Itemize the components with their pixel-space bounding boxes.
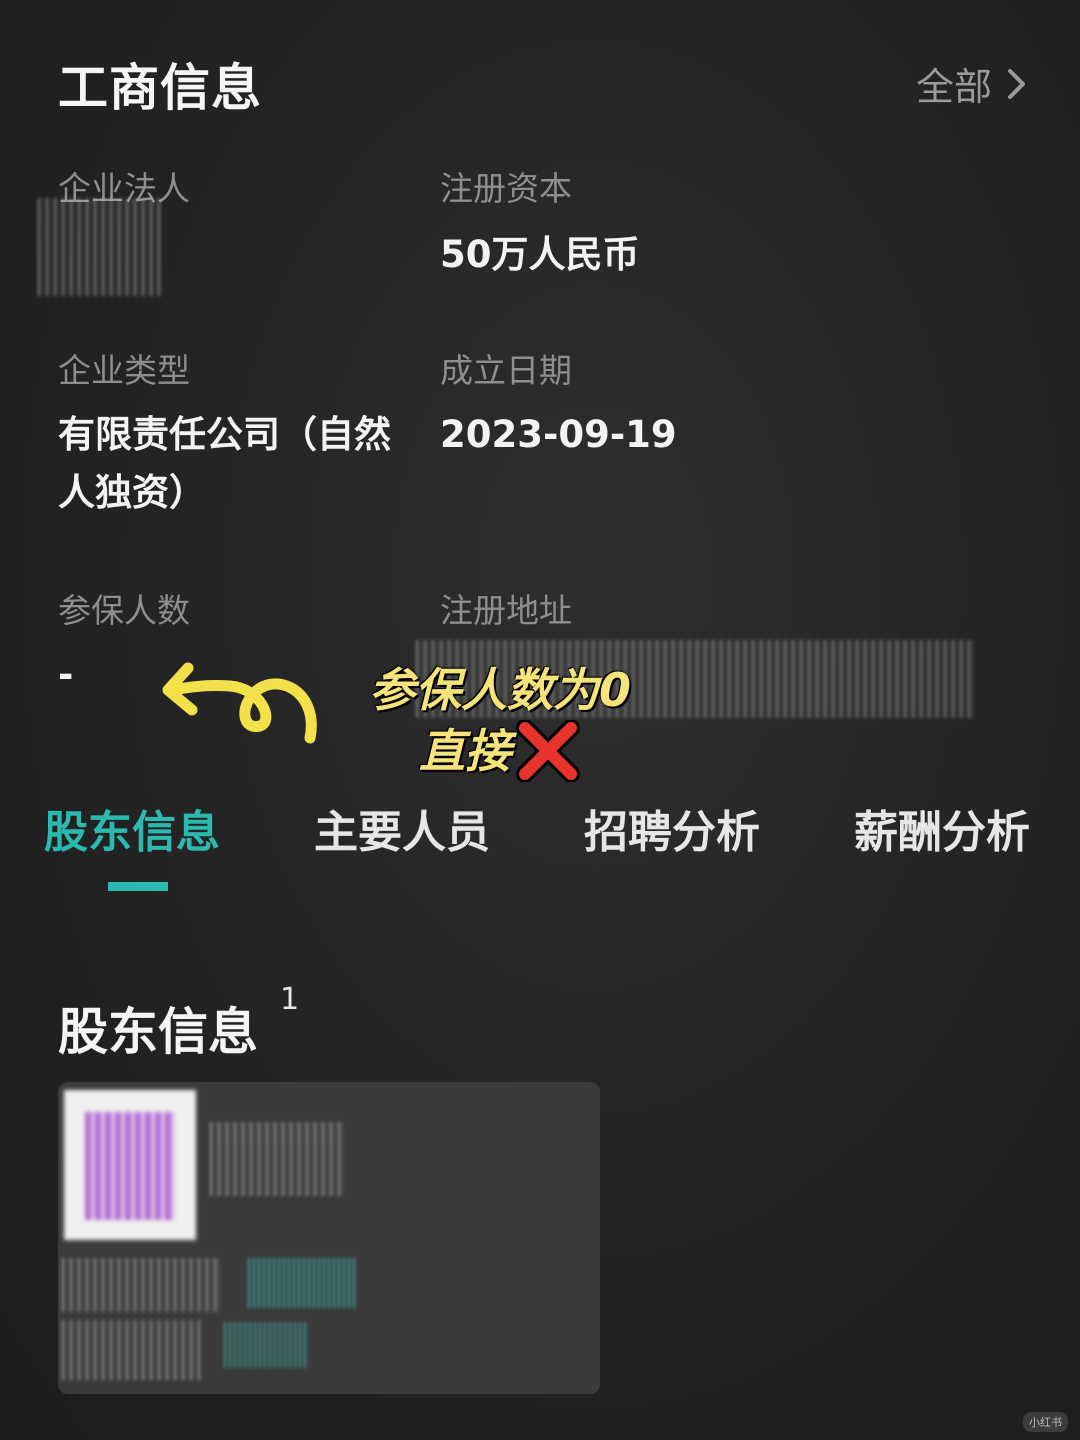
- shareholder-name-redacted: [210, 1122, 344, 1196]
- tab-key-personnel[interactable]: 主要人员: [314, 796, 490, 860]
- shareholder-extra-redacted: [62, 1320, 202, 1380]
- founding-date-label: 成立日期: [440, 351, 572, 390]
- legal-person-redacted: [38, 198, 160, 296]
- tab-recruitment-analysis[interactable]: 招聘分析: [584, 796, 760, 860]
- tab-salary-analysis[interactable]: 薪酬分析: [854, 796, 1030, 860]
- capital-value: 50万人民币: [440, 233, 640, 276]
- tab-shareholders[interactable]: 股东信息: [44, 796, 220, 860]
- avatar: [64, 1090, 196, 1240]
- annotation-line-2: 直接: [419, 724, 511, 778]
- insured-count-value: -: [58, 653, 74, 696]
- view-all-link[interactable]: 全部: [916, 56, 1028, 111]
- shareholder-amount-redacted: [224, 1322, 308, 1368]
- curly-arrow-icon: [162, 662, 317, 744]
- shareholders-title: 股东信息: [58, 1003, 258, 1061]
- address-label: 注册地址: [440, 591, 572, 630]
- company-type-label: 企业类型: [58, 351, 190, 390]
- capital-label: 注册资本: [440, 169, 572, 208]
- section-title: 工商信息: [58, 59, 262, 117]
- shareholders-count: 1: [280, 982, 300, 1017]
- annotation-line-1: 参保人数为0: [368, 663, 631, 717]
- founding-date-value: 2023-09-19: [440, 413, 677, 456]
- shareholder-ratio-redacted: [248, 1258, 358, 1308]
- shareholder-card[interactable]: [58, 1082, 600, 1394]
- insured-count-label: 参保人数: [58, 591, 190, 630]
- shareholder-detail-redacted: [62, 1258, 222, 1312]
- red-cross-icon: [516, 720, 580, 782]
- view-all-label: 全部: [915, 65, 992, 109]
- company-type-value: 有限责任公司（自然人独资）: [58, 413, 391, 514]
- active-tab-indicator: [108, 882, 168, 891]
- watermark-badge: 小红书: [1023, 1412, 1068, 1432]
- tab-bar: 股东信息 主要人员 招聘分析 薪酬分析: [0, 796, 1080, 906]
- chevron-right-icon: [1008, 68, 1025, 99]
- annotation-note: 参保人数为0 直接: [330, 660, 670, 782]
